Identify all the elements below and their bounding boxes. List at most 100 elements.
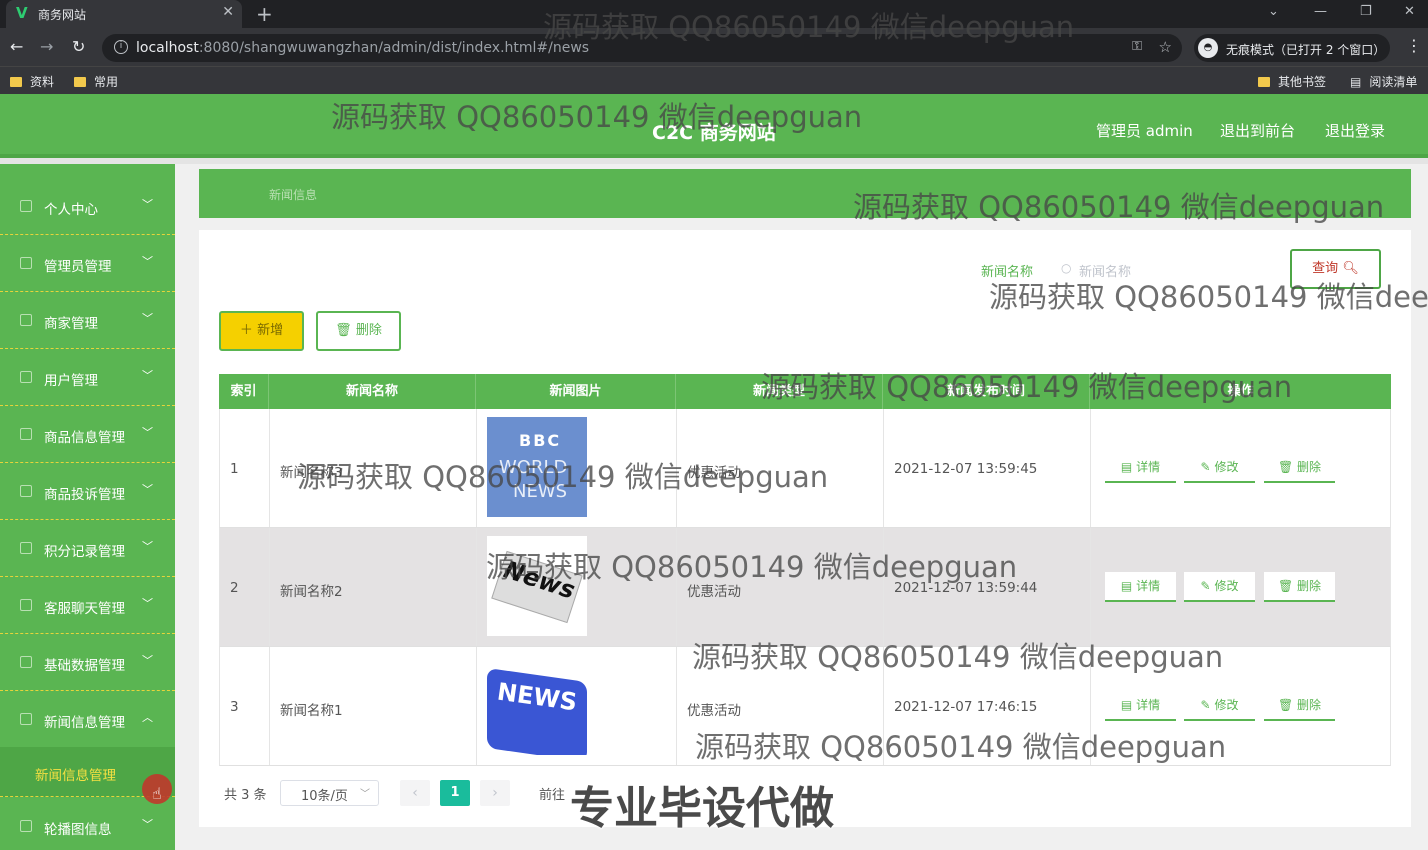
bookmark-star-icon[interactable]: ☆: [1159, 38, 1172, 56]
watermark: 源码获取 QQ86050149 微信deepguan: [692, 640, 1224, 674]
watermark: 源码获取 QQ86050149 微信deepguan: [297, 460, 829, 494]
bookmarks-bar: 资料 常用 其他书签 ▤ 阅读清单: [0, 66, 1428, 94]
chat-icon: [20, 599, 32, 611]
next-page-button[interactable]: ›: [480, 780, 510, 806]
detail-button[interactable]: ▤ 详情: [1105, 572, 1176, 602]
grid-icon: [20, 428, 32, 440]
prev-page-button[interactable]: ‹: [400, 780, 430, 806]
watermark: 源码获取 QQ86050149 微信deepguan: [853, 190, 1385, 224]
batch-delete-button[interactable]: 🗑︎ 删除: [316, 311, 401, 351]
trash-icon: 🗑︎: [1277, 698, 1294, 712]
chevron-down-icon: ﹀: [142, 198, 153, 211]
sidebar-item-admins[interactable]: 管理员管理 ﹀: [0, 235, 175, 292]
restore-icon[interactable]: ❐: [1360, 4, 1372, 19]
doc-icon: ▤: [1120, 579, 1133, 593]
header-divider: [0, 158, 1428, 164]
incognito-icon: ◓: [1198, 38, 1218, 58]
complaint-icon: [20, 485, 32, 497]
search-icon: ○: [1061, 261, 1072, 275]
chevron-down-icon: ﹀: [360, 789, 370, 800]
breadcrumb-current[interactable]: 新闻信息: [269, 186, 317, 203]
data-icon: [20, 656, 32, 668]
browser-menu-icon[interactable]: ⋮: [1406, 36, 1422, 55]
chevron-down-icon: ﹀: [142, 597, 153, 610]
tab-search-icon[interactable]: ⌄: [1268, 4, 1279, 19]
sidebar-item-points[interactable]: 积分记录管理 ﹀: [0, 520, 175, 577]
pencil-icon: ✎: [1200, 460, 1211, 474]
users-icon: [20, 371, 32, 383]
key-icon[interactable]: ⚿: [1132, 39, 1142, 54]
delete-button[interactable]: 🗑︎ 删除: [1264, 572, 1335, 602]
user-icon: [20, 200, 32, 212]
col-name: 新闻名称: [269, 374, 476, 409]
window-close-icon[interactable]: ✕: [1404, 4, 1415, 19]
sidebar: 个人中心 ﹀ 管理员管理 ﹀ 商家管理 ﹀ 用户管理 ﹀ 商品信息管理 ﹀ 商品投诉管理 ﹀…: [0, 164, 175, 850]
chevron-up-icon: ︿: [142, 711, 153, 724]
trash-icon: 🗑︎: [1277, 579, 1294, 593]
hand-cursor-icon: ☝: [152, 784, 162, 803]
pencil-icon: ✎: [1200, 579, 1211, 593]
admin-user[interactable]: 管理员 admin: [1096, 120, 1193, 141]
reload-icon[interactable]: ↻: [72, 37, 85, 56]
exit-to-front-link[interactable]: 退出到前台: [1220, 120, 1295, 141]
chevron-down-icon: ﹀: [142, 312, 153, 325]
forward-icon[interactable]: →: [40, 37, 53, 56]
folder-icon: [74, 77, 86, 87]
sidebar-item-basic-data[interactable]: 基础数据管理 ﹀: [0, 634, 175, 691]
page-number-current[interactable]: 1: [440, 780, 470, 806]
reading-list-icon: ▤: [1350, 75, 1362, 89]
sidebar-item-products[interactable]: 商品信息管理 ﹀: [0, 406, 175, 463]
tab-close-icon[interactable]: ✕: [222, 4, 234, 20]
chevron-down-icon: ﹀: [142, 426, 153, 439]
watermark-big: 专业毕设代做: [570, 783, 834, 834]
goto-label: 前往: [539, 788, 566, 803]
watermark: 源码获取 QQ86050149 微信deepguan: [761, 370, 1293, 404]
browser-tab[interactable]: V 商务网站 ✕: [6, 0, 242, 28]
col-index: 索引: [219, 374, 269, 409]
back-icon[interactable]: ←: [10, 37, 23, 56]
minimize-icon[interactable]: —: [1314, 4, 1327, 19]
watermark: 源码获取 QQ86050149 微信deepguan: [543, 10, 1075, 44]
store-icon: [20, 314, 32, 326]
trash-icon: 🗑︎: [335, 323, 352, 338]
col-image: 新闻图片: [476, 374, 676, 409]
detail-button[interactable]: ▤ 详情: [1105, 453, 1176, 483]
pencil-icon: ✎: [1200, 698, 1211, 712]
add-button[interactable]: ＋ 新增: [219, 311, 304, 351]
total-count: 共 3 条: [224, 788, 267, 803]
detail-button[interactable]: ▤ 详情: [1105, 691, 1176, 721]
sidebar-item-carousel[interactable]: 轮播图信息 ﹀: [0, 798, 175, 850]
page-size-select[interactable]: 10条/页 ﹀: [280, 780, 379, 806]
delete-button[interactable]: 🗑︎ 删除: [1264, 691, 1335, 721]
incognito-badge[interactable]: ◓ 无痕模式（已打开 2 个窗口）: [1194, 34, 1390, 62]
watermark: 源码获取 QQ86050149 微信deepguan: [695, 730, 1227, 764]
edit-button[interactable]: ✎ 修改: [1184, 572, 1255, 602]
new-tab-icon[interactable]: +: [256, 2, 273, 26]
info-icon[interactable]: i: [114, 40, 128, 54]
chevron-down-icon: ﹀: [142, 369, 153, 382]
sidebar-item-complaints[interactable]: 商品投诉管理 ﹀: [0, 463, 175, 520]
bookmark-folder[interactable]: 常用: [74, 73, 118, 90]
doc-icon: ▤: [1120, 698, 1133, 712]
bookmark-folder[interactable]: 资料: [10, 73, 54, 90]
image-icon: [20, 820, 32, 832]
sidebar-item-personal[interactable]: 个人中心 ﹀: [0, 178, 175, 235]
delete-button[interactable]: 🗑︎ 删除: [1264, 453, 1335, 483]
sidebar-item-chat[interactable]: 客服聊天管理 ﹀: [0, 577, 175, 634]
bookmark-folder[interactable]: 其他书签: [1258, 73, 1326, 90]
news-thumbnail-keyboard[interactable]: NEWS: [487, 655, 587, 755]
edit-button[interactable]: ✎ 修改: [1184, 691, 1255, 721]
watermark: 源码获取 QQ86050149 微信deepguan: [486, 550, 1018, 584]
folder-icon: [1258, 77, 1270, 87]
reading-list[interactable]: ▤ 阅读清单: [1350, 73, 1417, 90]
edit-button[interactable]: ✎ 修改: [1184, 453, 1255, 483]
sidebar-item-users[interactable]: 用户管理 ﹀: [0, 349, 175, 406]
folder-icon: [10, 77, 22, 87]
url-text: localhost:8080/shangwuwangzhan/admin/dis…: [136, 40, 590, 56]
chevron-down-icon: ﹀: [142, 818, 153, 831]
points-icon: [20, 542, 32, 554]
sidebar-item-news[interactable]: 新闻信息管理 ︿: [0, 691, 175, 748]
logout-link[interactable]: 退出登录: [1325, 120, 1385, 141]
plus-icon: ＋: [239, 323, 253, 338]
sidebar-item-merchants[interactable]: 商家管理 ﹀: [0, 292, 175, 349]
